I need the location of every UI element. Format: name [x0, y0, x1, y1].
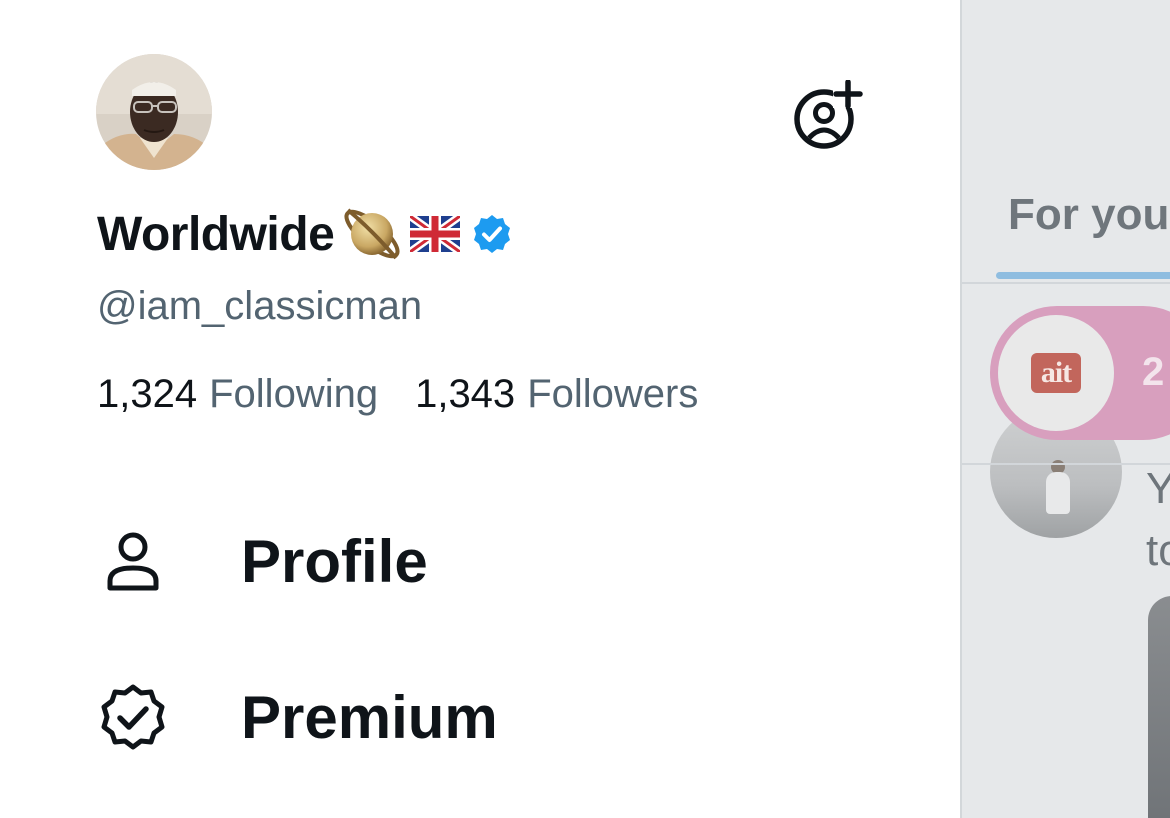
verified-badge-icon	[474, 215, 511, 253]
following-link[interactable]: 1,324 Following	[97, 372, 378, 417]
tab-for-you[interactable]: For you	[1008, 190, 1169, 240]
display-name: Worldwide	[97, 207, 335, 261]
followers-label: Followers	[527, 372, 699, 416]
avatar[interactable]	[96, 54, 212, 170]
divider	[962, 282, 1170, 284]
ait-logo: ait	[1031, 353, 1081, 393]
premium-badge-icon	[98, 682, 168, 752]
timeline-background[interactable]: For you ait 2 Y to	[960, 0, 1170, 818]
following-count: 1,324	[97, 372, 198, 416]
nav-item-premium[interactable]: Premium	[98, 672, 498, 762]
nav-label-profile: Profile	[241, 527, 428, 595]
saturn-emoji-icon	[344, 208, 400, 260]
post-media[interactable]	[1148, 596, 1170, 818]
nav-item-profile[interactable]: Profile	[98, 516, 428, 606]
person-icon	[98, 526, 168, 596]
followers-count: 1,343	[415, 372, 516, 416]
following-label: Following	[209, 372, 379, 416]
add-account-button[interactable]	[793, 79, 865, 152]
nav-label-premium: Premium	[241, 683, 498, 751]
space-count: 2	[1142, 350, 1165, 394]
divider	[962, 463, 1170, 465]
display-name-row: Worldwide	[97, 198, 512, 270]
follow-stats: 1,324 Following 1,343 Followers	[97, 372, 698, 417]
side-drawer: Worldwide @iam_classicman 1,324 Followin…	[0, 0, 960, 818]
space-host-avatar[interactable]: ait	[998, 315, 1114, 431]
add-account-icon	[794, 79, 863, 149]
post-text: Y to	[1146, 464, 1170, 575]
followers-link[interactable]: 1,343 Followers	[415, 372, 698, 417]
tab-active-indicator	[996, 272, 1170, 279]
account-handle: @iam_classicman	[97, 284, 423, 328]
uk-flag-icon	[410, 216, 461, 252]
